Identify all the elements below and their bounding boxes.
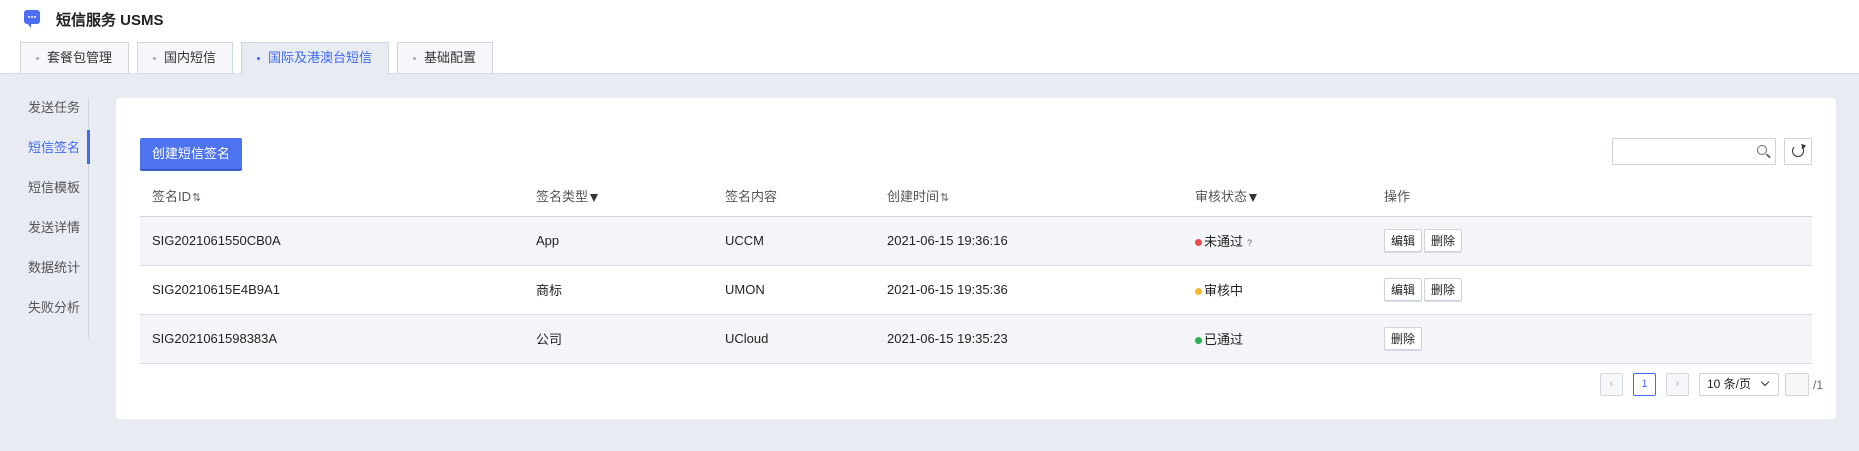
status-dot-green: [1195, 337, 1202, 344]
col-header-ops-label: 操作: [1384, 189, 1411, 205]
page-size-select[interactable]: 10 条/页: [1699, 373, 1779, 396]
col-header-status[interactable]: 审核状态: [1183, 176, 1372, 217]
status-text: 审核中: [1204, 283, 1244, 298]
cell-id: SIG2021061550CB0A: [140, 216, 524, 266]
cell-id: SIG2021061598383A: [140, 314, 524, 364]
cell-status: 未通过?: [1183, 216, 1372, 266]
col-header-status-label: 审核状态: [1195, 189, 1248, 205]
delete-button[interactable]: 删除: [1424, 278, 1463, 301]
delete-button[interactable]: 删除: [1384, 327, 1423, 350]
cell-status: 已通过: [1183, 314, 1372, 364]
filter-icon[interactable]: [590, 194, 599, 203]
refresh-button[interactable]: [1784, 138, 1812, 165]
table-row: SIG2021061598383A 公司 UCloud 2021-06-15 1…: [140, 314, 1812, 364]
search-icon[interactable]: [1757, 145, 1767, 155]
edit-button[interactable]: 编辑: [1384, 278, 1423, 301]
edit-button[interactable]: 编辑: [1384, 229, 1423, 252]
sidebar: 发送任务 短信签名 短信模板 发送详情 数据统计 失败分析: [28, 98, 90, 338]
filter-icon[interactable]: [1249, 194, 1258, 203]
cell-created: 2021-06-15 19:36:16: [875, 216, 1183, 266]
cell-content: UMON: [713, 265, 875, 315]
status-text: 未通过: [1204, 234, 1244, 249]
main-card: 创建短信签名 签名ID⇅ 签名类型 签名内容 创建时间⇅ 审核状态 操作 SIG…: [116, 98, 1836, 419]
col-header-content-label: 签名内容: [725, 189, 778, 205]
col-header-id-label: 签名ID: [152, 189, 192, 205]
help-icon[interactable]: ?: [1247, 238, 1252, 248]
col-header-created[interactable]: 创建时间⇅: [875, 176, 1183, 217]
top-tabs: 套餐包管理 国内短信 国际及港澳台短信 基础配置: [20, 42, 501, 75]
cell-type: 公司: [524, 314, 713, 364]
tab-international-sms[interactable]: 国际及港澳台短信: [241, 42, 390, 75]
col-header-created-label: 创建时间: [887, 189, 940, 205]
message-icon: [24, 10, 40, 28]
page-size-value: 10 条/页: [1707, 377, 1752, 391]
table-header-row: 签名ID⇅ 签名类型 签名内容 创建时间⇅ 审核状态 操作: [140, 176, 1812, 217]
cell-status: 审核中: [1183, 265, 1372, 315]
tab-basic-config[interactable]: 基础配置: [397, 42, 494, 73]
col-header-type-label: 签名类型: [536, 189, 589, 205]
signature-table: 签名ID⇅ 签名类型 签名内容 创建时间⇅ 审核状态 操作 SIG2021061…: [140, 176, 1812, 364]
tab-package[interactable]: 套餐包管理: [20, 42, 130, 73]
tab-domestic-sms[interactable]: 国内短信: [137, 42, 234, 73]
total-pages: /1: [1813, 377, 1824, 392]
prev-page-button[interactable]: ‹: [1600, 373, 1623, 396]
sidebar-item-failure-analysis[interactable]: 失败分析: [28, 298, 90, 338]
status-text: 已通过: [1204, 332, 1244, 347]
pagination: ‹ 1 › 10 条/页 /1: [1600, 373, 1823, 396]
table-row: SIG2021061550CB0A App UCCM 2021-06-15 19…: [140, 216, 1812, 266]
sidebar-item-send-tasks[interactable]: 发送任务: [28, 98, 90, 138]
page-number-button[interactable]: 1: [1633, 373, 1656, 396]
cell-ops: 编辑 删除: [1372, 216, 1812, 266]
page-jump-input[interactable]: [1785, 373, 1809, 396]
chevron-right-icon: ›: [1675, 378, 1680, 390]
create-signature-button[interactable]: 创建短信签名: [140, 138, 243, 169]
cell-id: SIG20210615E4B9A1: [140, 265, 524, 315]
sidebar-item-sms-signature[interactable]: 短信签名: [28, 130, 90, 178]
col-header-id[interactable]: 签名ID⇅: [140, 176, 524, 217]
next-page-button[interactable]: ›: [1666, 373, 1689, 396]
search-input[interactable]: [1612, 138, 1776, 165]
cell-ops: 删除: [1372, 314, 1812, 364]
col-header-type[interactable]: 签名类型: [524, 176, 713, 217]
cell-created: 2021-06-15 19:35:23: [875, 314, 1183, 364]
cell-ops: 编辑 删除: [1372, 265, 1812, 315]
sidebar-item-send-details[interactable]: 发送详情: [28, 218, 90, 258]
sort-icon[interactable]: ⇅: [192, 192, 201, 204]
cell-type: 商标: [524, 265, 713, 315]
cell-content: UCCM: [713, 216, 875, 266]
cell-type: App: [524, 216, 713, 266]
sort-icon[interactable]: ⇅: [940, 192, 949, 204]
table-row: SIG20210615E4B9A1 商标 UMON 2021-06-15 19:…: [140, 265, 1812, 315]
cell-content: UCloud: [713, 314, 875, 364]
col-header-ops: 操作: [1372, 176, 1812, 217]
status-dot-red: [1195, 239, 1202, 246]
top-header: 短信服务 USMS 套餐包管理 国内短信 国际及港澳台短信 基础配置: [0, 0, 1859, 75]
status-dot-yellow: [1195, 288, 1202, 295]
chevron-down-icon: [1760, 377, 1770, 387]
refresh-icon: [1792, 145, 1804, 157]
cell-created: 2021-06-15 19:35:36: [875, 265, 1183, 315]
delete-button[interactable]: 删除: [1424, 229, 1463, 252]
col-header-content: 签名内容: [713, 176, 875, 217]
sidebar-item-sms-template[interactable]: 短信模板: [28, 178, 90, 218]
app-title: 短信服务 USMS: [56, 12, 164, 29]
sidebar-item-statistics[interactable]: 数据统计: [28, 258, 90, 298]
chevron-left-icon: ‹: [1609, 378, 1614, 390]
